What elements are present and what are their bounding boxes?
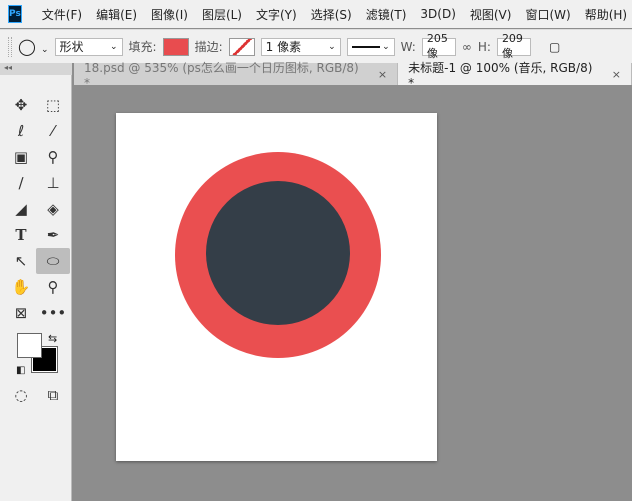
- height-input[interactable]: 209 像: [496, 32, 531, 60]
- menu-help[interactable]: 帮助(H): [585, 6, 627, 23]
- stamp-tool-icon[interactable]: ⊥: [38, 171, 68, 195]
- menu-view[interactable]: 视图(V): [470, 6, 512, 23]
- canvas-artwork: [175, 152, 381, 358]
- eraser-tool-icon[interactable]: ◢: [6, 197, 36, 221]
- height-label: H:: [477, 39, 491, 54]
- ellipse-tool-preset-icon[interactable]: ◯ ⌄: [18, 37, 49, 56]
- frame-tool-icon[interactable]: ⊠: [6, 301, 36, 325]
- close-icon[interactable]: ×: [378, 68, 387, 81]
- mode-value: 形状: [59, 40, 84, 54]
- width-input[interactable]: 205 像: [421, 32, 456, 60]
- menu-layer[interactable]: 图层(L): [202, 6, 242, 23]
- swap-colors-icon[interactable]: ⇆: [48, 332, 57, 345]
- menu-edit[interactable]: 编辑(E): [96, 6, 137, 23]
- default-colors-icon[interactable]: ◧: [16, 365, 25, 376]
- marquee-tool-icon[interactable]: ⬚: [38, 93, 68, 117]
- width-label: W:: [400, 39, 416, 54]
- menu-window[interactable]: 窗口(W): [525, 6, 570, 23]
- paint-bucket-tool-icon[interactable]: ◈: [38, 197, 68, 221]
- photoshop-logo: Ps: [8, 5, 22, 23]
- menu-type[interactable]: 文字(Y): [256, 6, 297, 23]
- foreground-color-swatch[interactable]: [17, 333, 42, 358]
- crop-tool-icon[interactable]: ▣: [6, 145, 36, 169]
- move-tool-icon[interactable]: ✥: [6, 93, 36, 117]
- toolbox: ✥ ⬚ ℓ ⁄ ▣ ⚲ ∕ ⊥ ◢ ◈ T ✒ ↖ ⬭ ✋ ⚲ ⊠ ••• ⇆ …: [0, 75, 72, 501]
- quick-mask-icon[interactable]: ◌: [6, 383, 36, 407]
- tab-18-psd[interactable]: 18.psd @ 535% (ps怎么画一个日历图标, RGB/8) * ×: [74, 61, 399, 90]
- document-tabs: 18.psd @ 535% (ps怎么画一个日历图标, RGB/8) * × 未标…: [74, 61, 632, 90]
- canvas-area: [74, 85, 632, 501]
- pen-tool-icon[interactable]: ✒: [38, 223, 68, 247]
- menu-image[interactable]: 图像(I): [151, 6, 188, 23]
- type-tool-icon[interactable]: T: [6, 223, 36, 247]
- fill-swatch[interactable]: [162, 37, 189, 56]
- stroke-swatch[interactable]: [228, 37, 255, 56]
- path-operations-icon[interactable]: ▢: [549, 40, 560, 54]
- more-tools-icon[interactable]: •••: [38, 301, 68, 325]
- stroke-size-select[interactable]: 1 像素 ⌄: [260, 37, 341, 56]
- document-canvas[interactable]: [116, 113, 437, 461]
- menu-file[interactable]: 文件(F): [42, 6, 82, 23]
- quick-selection-tool-icon[interactable]: ⁄: [38, 119, 68, 143]
- zoom-tool-icon[interactable]: ⚲: [38, 275, 68, 299]
- brush-tool-icon[interactable]: ∕: [6, 171, 36, 195]
- menu-filter[interactable]: 滤镜(T): [366, 6, 407, 23]
- stroke-label: 描边:: [194, 40, 223, 54]
- menu-3d[interactable]: 3D(D): [420, 7, 455, 21]
- tab-untitled-1[interactable]: 未标题-1 @ 100% (音乐, RGB/8) * ×: [398, 61, 632, 90]
- mode-select[interactable]: 形状 ⌄: [54, 37, 123, 56]
- collapse-toolbox-button[interactable]: ◂◂: [0, 63, 72, 75]
- grip-handle[interactable]: [8, 36, 12, 57]
- fill-label: 填充:: [128, 40, 157, 54]
- close-icon[interactable]: ×: [612, 68, 621, 81]
- stroke-size-value: 1 像素: [265, 40, 302, 54]
- menu-select[interactable]: 选择(S): [311, 6, 352, 23]
- screen-mode-icon[interactable]: ⧉: [38, 383, 68, 407]
- menu-bar: Ps 文件(F) 编辑(E) 图像(I) 图层(L) 文字(Y) 选择(S) 滤…: [0, 0, 632, 28]
- stroke-type-select[interactable]: ⌄: [346, 37, 395, 56]
- hand-tool-icon[interactable]: ✋: [6, 275, 36, 299]
- path-selection-tool-icon[interactable]: ↖: [6, 249, 36, 273]
- ellipse-tool-icon[interactable]: ⬭: [36, 248, 70, 274]
- lasso-tool-icon[interactable]: ℓ: [6, 119, 36, 143]
- link-icon[interactable]: ∞: [462, 40, 472, 54]
- inner-dark-circle: [206, 181, 350, 325]
- eyedropper-tool-icon[interactable]: ⚲: [38, 145, 68, 169]
